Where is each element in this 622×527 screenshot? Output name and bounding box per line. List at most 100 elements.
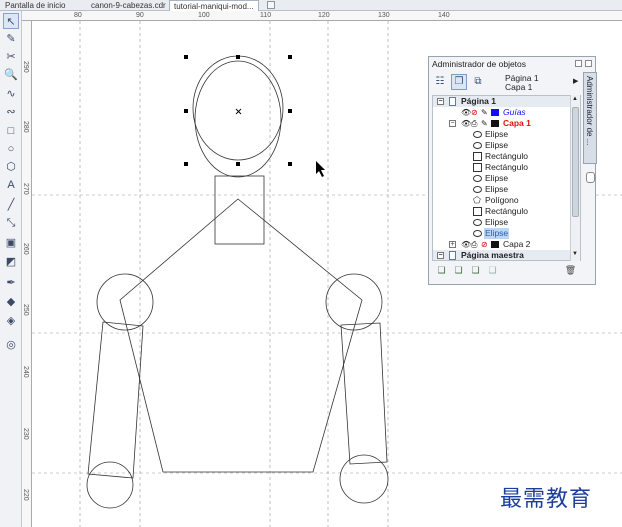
- no-edit-icon[interactable]: ⊘: [481, 239, 488, 250]
- ellipse-icon: [473, 142, 482, 149]
- tree-object[interactable]: Rectángulo: [433, 151, 571, 162]
- text-tool-icon[interactable]: A: [3, 177, 19, 193]
- document-tab-bar: Pantalla de inicio canon-9-cabezas.cdr t…: [0, 0, 622, 11]
- polygon-tool-icon[interactable]: ⬡: [3, 159, 19, 175]
- layer-manager-view-icon[interactable]: ⧉: [470, 74, 486, 90]
- ruler-label: 130: [378, 12, 390, 19]
- connector-tool-icon[interactable]: ⤡: [3, 215, 19, 231]
- ruler-label: 250: [22, 304, 29, 316]
- right-shoulder-ellipse: [325, 273, 383, 331]
- scroll-down-icon[interactable]: ▼: [572, 251, 578, 257]
- head-inner-ellipse: [192, 55, 284, 161]
- printer-icon[interactable]: ⎙: [471, 239, 477, 250]
- new-master-layer-even-icon[interactable]: ❏: [486, 265, 499, 278]
- left-hand-ellipse: [86, 461, 134, 509]
- new-master-layer-icon[interactable]: ❏: [452, 265, 465, 278]
- freehand-tool-icon[interactable]: ∿: [3, 86, 19, 102]
- edit-pencil-icon[interactable]: ✎: [481, 107, 488, 118]
- ruler-label: 90: [136, 12, 144, 19]
- tree-object[interactable]: Elipse: [433, 217, 571, 228]
- tree-master-page[interactable]: − Página maestra: [433, 250, 571, 260]
- show-object-properties-icon[interactable]: ☷: [432, 74, 448, 90]
- tree-page-1[interactable]: − Página 1: [433, 96, 571, 107]
- ruler-label: 80: [74, 12, 82, 19]
- edit-pencil-icon[interactable]: ✎: [481, 118, 488, 129]
- pick-tool-icon[interactable]: ↖: [3, 13, 19, 29]
- tree-item-label: Elipse: [485, 217, 509, 227]
- dimension-tool-icon[interactable]: ╱: [3, 197, 19, 213]
- tree-layer-capa-1[interactable]: − 👁 ⎙ ✎ Capa 1: [433, 118, 571, 129]
- expand-toolbox-icon[interactable]: ◎: [3, 337, 19, 353]
- layer-color-swatch: [491, 120, 499, 127]
- no-print-icon[interactable]: ⊘: [471, 107, 478, 118]
- ruler-label: 280: [22, 121, 29, 133]
- object-tree[interactable]: − Página 1 👁 ⊘ ✎ Guías − 👁 ⎙ ✎ Capa 1 El…: [432, 95, 581, 261]
- ellipse-icon: [473, 186, 482, 193]
- smart-drawing-tool-icon[interactable]: ∾: [3, 104, 19, 120]
- mannequin-figure[interactable]: [86, 55, 389, 509]
- shape-tool-icon[interactable]: ✎: [3, 31, 19, 47]
- new-tab-icon[interactable]: [267, 1, 275, 9]
- edit-across-layers-icon[interactable]: ❐: [451, 74, 467, 90]
- scrollbar-thumb[interactable]: [572, 107, 579, 217]
- current-layer-label: Capa 1: [505, 82, 533, 92]
- right-arm-rectangle: [340, 322, 388, 465]
- tree-object[interactable]: Rectángulo: [433, 162, 571, 173]
- tree-object[interactable]: Rectángulo: [433, 206, 571, 217]
- horizontal-ruler[interactable]: 80 90 100 110 120 130 140: [22, 11, 622, 21]
- collapse-icon[interactable]: −: [449, 120, 456, 127]
- object-manager-panel: Administrador de objetos ☷ ❐ ⧉ Página 1 …: [428, 56, 596, 285]
- eyedropper-tool-icon[interactable]: ✒: [3, 275, 19, 291]
- tab-tutorial-file[interactable]: tutorial-maniqui-mod...: [169, 0, 259, 11]
- tree-item-label: Elipse: [484, 228, 510, 239]
- panel-close-button[interactable]: [585, 60, 592, 67]
- page-arrow-icon[interactable]: ▶: [573, 77, 578, 85]
- ruler-label: 140: [438, 12, 450, 19]
- eye-icon[interactable]: 👁: [461, 118, 471, 129]
- new-master-layer-odd-icon[interactable]: ❏: [469, 265, 482, 278]
- delete-icon[interactable]: 🗑: [564, 265, 577, 278]
- mouse-cursor-icon: [316, 161, 325, 177]
- interactive-fill-tool-icon[interactable]: ◈: [3, 313, 19, 329]
- ruler-label: 220: [22, 489, 29, 501]
- tree-object[interactable]: Elipse: [433, 129, 571, 140]
- ellipse-tool-icon[interactable]: ○: [3, 141, 19, 157]
- ruler-label: 120: [318, 12, 330, 19]
- transparency-tool-icon[interactable]: ◩: [3, 254, 19, 270]
- left-arm-rectangle: [87, 321, 144, 479]
- tree-object[interactable]: Elipse: [433, 173, 571, 184]
- layer-color-swatch: [491, 241, 499, 248]
- eye-icon[interactable]: 👁: [461, 239, 471, 250]
- tree-object[interactable]: ⬠ Polígono: [433, 195, 571, 206]
- docker-side-tab[interactable]: Administrador de ...: [583, 72, 597, 164]
- rectangle-icon: [473, 163, 482, 172]
- eye-icon[interactable]: 👁: [461, 107, 471, 118]
- drop-shadow-tool-icon[interactable]: ▣: [3, 235, 19, 251]
- vertical-ruler[interactable]: 290 280 270 260 250 240 230 220: [22, 21, 32, 527]
- tree-object-selected[interactable]: Elipse: [433, 228, 571, 239]
- tree-layer-capa-2[interactable]: + 👁 ⎙ ⊘ Capa 2: [433, 239, 571, 250]
- printer-icon[interactable]: ⎙: [471, 118, 477, 129]
- tree-object[interactable]: Elipse: [433, 184, 571, 195]
- rectangle-tool-icon[interactable]: □: [3, 123, 19, 139]
- new-layer-icon[interactable]: ❏: [435, 265, 448, 278]
- collapse-icon[interactable]: −: [437, 252, 444, 259]
- scroll-up-icon[interactable]: ▲: [572, 96, 578, 102]
- tree-object[interactable]: Elipse: [433, 140, 571, 151]
- tree-layer-guides[interactable]: 👁 ⊘ ✎ Guías: [433, 107, 571, 118]
- tab-canon-file[interactable]: canon-9-cabezas.cdr: [87, 0, 170, 11]
- docker-tab-label: Administrador de ...: [585, 76, 594, 146]
- expand-icon[interactable]: +: [449, 241, 456, 248]
- fill-tool-icon[interactable]: ◆: [3, 294, 19, 310]
- collapse-icon[interactable]: −: [437, 98, 444, 105]
- polygon-icon: ⬠: [473, 195, 481, 205]
- crop-tool-icon[interactable]: ✂: [3, 49, 19, 65]
- panel-footer: ❏ ❏ ❏ ❏ 🗑: [432, 264, 581, 282]
- docker-expand-icon[interactable]: [586, 172, 595, 183]
- tab-start-screen[interactable]: Pantalla de inicio: [1, 0, 69, 11]
- panel-minimize-button[interactable]: [575, 60, 582, 67]
- tree-item-label: Página maestra: [461, 250, 524, 260]
- zoom-tool-icon[interactable]: 🔍: [3, 67, 19, 83]
- neck-rectangle: [214, 175, 265, 245]
- tree-scrollbar[interactable]: ▲ ▼: [570, 95, 580, 261]
